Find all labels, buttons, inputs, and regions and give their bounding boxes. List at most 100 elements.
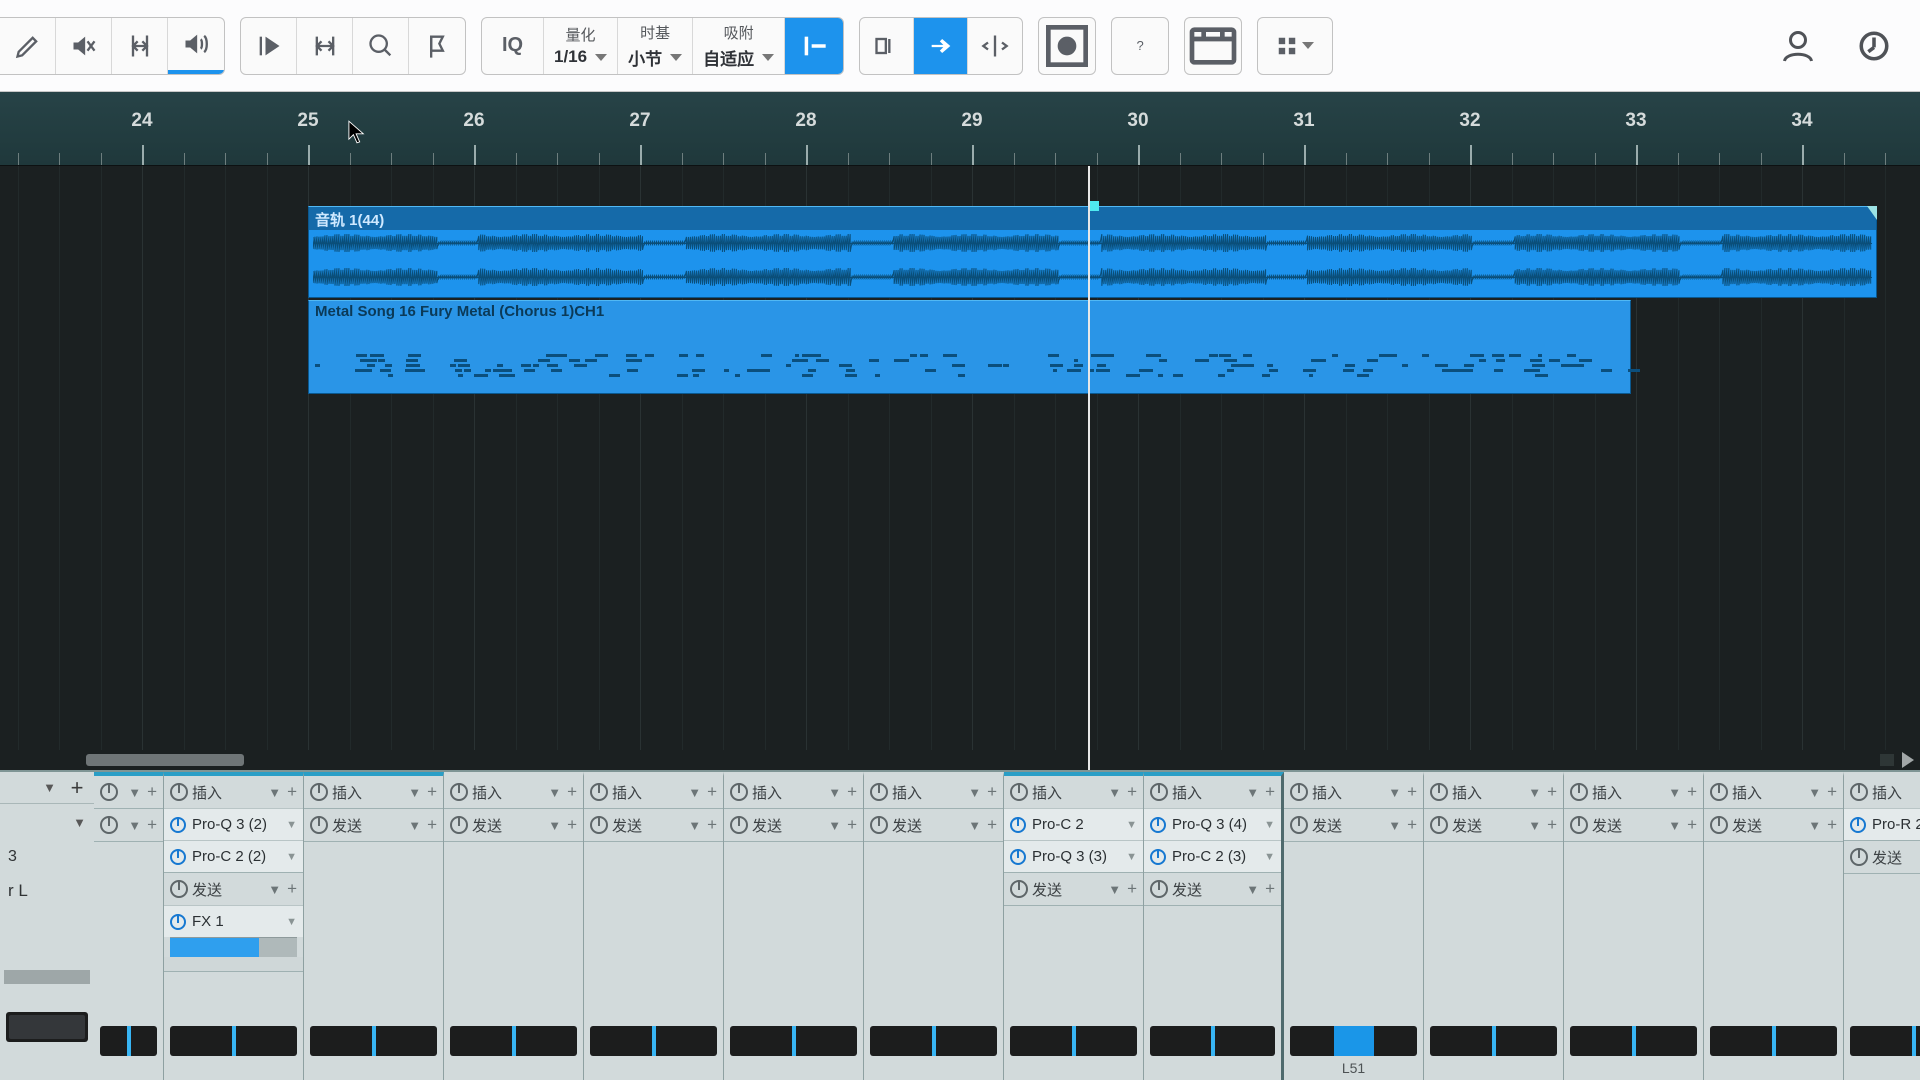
power-icon[interactable] [1430, 783, 1448, 801]
power-icon[interactable] [1290, 816, 1308, 834]
pan-slider[interactable] [1850, 1026, 1920, 1056]
power-on-icon[interactable] [1150, 817, 1166, 833]
send-header[interactable]: 发送 ▼+ [1704, 809, 1843, 841]
zoom-tool-button[interactable] [353, 18, 409, 74]
routing-label[interactable] [1564, 1056, 1703, 1080]
power-icon[interactable] [1710, 816, 1728, 834]
playhead[interactable] [1088, 166, 1090, 770]
add-channel-button[interactable]: + [66, 777, 88, 799]
power-icon[interactable] [870, 783, 888, 801]
insert-header[interactable]: 插入 ▼+ [1844, 776, 1920, 808]
iq-button[interactable]: IQ [482, 18, 544, 74]
draw-tool-button[interactable] [0, 18, 56, 74]
marker-tool-button[interactable] [409, 18, 465, 74]
power-icon[interactable] [310, 783, 328, 801]
align-left-button[interactable] [860, 18, 914, 74]
pan-slider[interactable] [590, 1026, 717, 1056]
insert-header[interactable]: 插入 ▼+ [164, 776, 303, 808]
power-icon[interactable] [310, 816, 328, 834]
plugin-slot[interactable]: Pro-Q 3 (2) ▼ [164, 808, 303, 840]
send-level[interactable] [170, 937, 297, 957]
mute-tool-button[interactable] [56, 18, 112, 74]
power-icon[interactable] [100, 783, 118, 801]
video-button[interactable] [1184, 17, 1242, 75]
power-icon[interactable] [1430, 816, 1448, 834]
power-on-icon[interactable] [1010, 849, 1026, 865]
power-icon[interactable] [1570, 783, 1588, 801]
send-header[interactable]: 发送 ▼+ [444, 809, 583, 841]
routing-label[interactable] [584, 1056, 723, 1080]
routing-label[interactable] [1424, 1056, 1563, 1080]
auto-scroll-button[interactable] [914, 18, 968, 74]
send-header[interactable]: 发送 ▼+ [164, 873, 303, 905]
power-icon[interactable] [450, 816, 468, 834]
power-icon[interactable] [1570, 816, 1588, 834]
pan-slider[interactable] [100, 1026, 157, 1056]
power-on-icon[interactable] [170, 849, 186, 865]
plugin-slot[interactable]: Pro-Q 3 (3) ▼ [1004, 840, 1143, 872]
snap-toggle-button[interactable] [785, 18, 843, 74]
routing-label[interactable]: L51 [1284, 1056, 1423, 1080]
insert-header[interactable]: 插入 ▼+ [1284, 776, 1423, 808]
insert-header[interactable]: 插入 ▼+ [1144, 776, 1281, 808]
pan-slider[interactable] [1290, 1026, 1417, 1056]
insert-header[interactable]: 插入 ▼+ [1564, 776, 1703, 808]
power-on-icon[interactable] [170, 817, 186, 833]
power-on-icon[interactable] [1010, 817, 1026, 833]
help-button[interactable]: ? [1111, 17, 1169, 75]
timebase-select[interactable]: 时基 小节 [618, 18, 693, 74]
power-icon[interactable] [1850, 783, 1868, 801]
power-icon[interactable] [170, 880, 188, 898]
arrange-h-scrollbar[interactable] [0, 750, 1920, 770]
pan-slider[interactable] [1570, 1026, 1697, 1056]
user-profile-button[interactable] [1772, 20, 1824, 72]
power-icon[interactable] [1150, 880, 1168, 898]
pan-slider[interactable] [170, 1026, 297, 1056]
power-icon[interactable] [730, 816, 748, 834]
snap-select[interactable]: 吸附 自适应 [693, 18, 785, 74]
routing-label[interactable] [1004, 1056, 1143, 1080]
sync-button[interactable] [1848, 20, 1900, 72]
scrollbar-zoom-handle[interactable] [1880, 754, 1894, 766]
insert-header[interactable]: 插入 ▼+ [584, 776, 723, 808]
trim-tool-button[interactable] [112, 18, 168, 74]
send-header[interactable]: 发送 ▼+ [304, 809, 443, 841]
play-from-button[interactable] [241, 18, 297, 74]
pan-slider[interactable] [310, 1026, 437, 1056]
power-icon[interactable] [1290, 783, 1308, 801]
insert-header[interactable]: 插入 ▼+ [864, 776, 1003, 808]
power-on-icon[interactable] [1850, 817, 1866, 833]
power-icon[interactable] [870, 816, 888, 834]
send-header[interactable]: 发送 ▼+ [94, 809, 163, 841]
scrollbar-thumb[interactable] [86, 754, 244, 766]
send-header[interactable]: 发送 ▼+ [1144, 873, 1281, 905]
plugin-slot[interactable]: Pro-C 2 ▼ [1004, 808, 1143, 840]
routing-label[interactable] [1844, 1056, 1920, 1080]
plugin-slot[interactable]: Pro-Q 3 (4) ▼ [1144, 808, 1281, 840]
send-header[interactable]: 发送 ▼+ [724, 809, 863, 841]
insert-header[interactable]: 插入 ▼+ [724, 776, 863, 808]
send-header[interactable]: 发送 ▼+ [1284, 809, 1423, 841]
pan-slider[interactable] [730, 1026, 857, 1056]
plugin-slot[interactable]: FX 1 ▼ [164, 905, 303, 937]
grid-layout-button[interactable] [1257, 17, 1333, 75]
routing-label[interactable] [164, 1056, 303, 1080]
power-on-icon[interactable] [1150, 849, 1166, 865]
pan-slider[interactable] [1150, 1026, 1275, 1056]
power-icon[interactable] [1010, 783, 1028, 801]
target-button[interactable] [1038, 17, 1096, 75]
plugin-slot[interactable]: Pro-R 2 ▼ [1844, 808, 1920, 840]
power-icon[interactable] [100, 816, 118, 834]
insert-header[interactable]: 插入 ▼+ [444, 776, 583, 808]
range-tool-button[interactable] [297, 18, 353, 74]
insert-header[interactable]: 插入 ▼+ [1424, 776, 1563, 808]
timeline-ruler[interactable]: 2425262728293031323334 [0, 92, 1920, 166]
collapse-icon[interactable]: ▼ [73, 815, 86, 830]
clip-end-anchor[interactable] [1867, 206, 1877, 220]
quantize-select[interactable]: 量化 1/16 [544, 18, 618, 74]
power-icon[interactable] [1010, 880, 1028, 898]
routing-label[interactable] [864, 1056, 1003, 1080]
routing-label[interactable] [304, 1056, 443, 1080]
align-center-button[interactable] [968, 18, 1022, 74]
routing-label[interactable] [724, 1056, 863, 1080]
